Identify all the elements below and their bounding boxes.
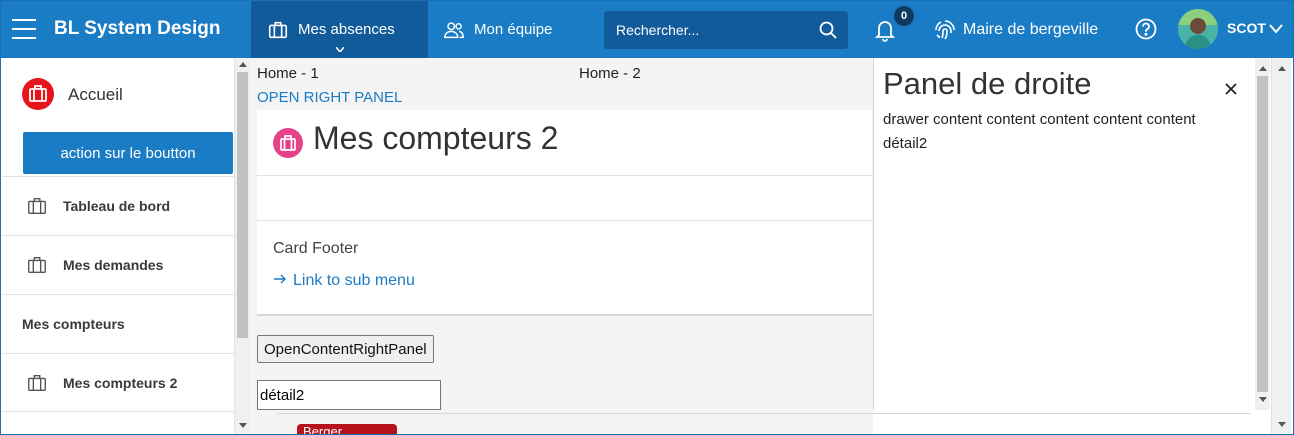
arrow-right-icon (274, 274, 286, 284)
briefcase-icon (29, 85, 47, 102)
fingerprint-icon (935, 19, 955, 39)
drawer-detail-text: détail2 (883, 135, 928, 152)
user-name: SCOT (1227, 20, 1266, 36)
briefcase-icon (28, 374, 46, 391)
bell-icon[interactable] (873, 17, 897, 43)
scroll-down-arrow-icon[interactable] (239, 423, 247, 428)
scroll-down-arrow-icon[interactable] (1278, 422, 1286, 427)
scroll-up-arrow-icon[interactable] (1278, 66, 1286, 71)
bottom-chip[interactable]: Berger (297, 424, 397, 434)
help-icon[interactable] (1135, 18, 1157, 40)
scroll-down-arrow-icon[interactable] (1259, 397, 1267, 402)
right-panel: Panel de droite drawer content content c… (873, 58, 1255, 410)
team-icon (444, 21, 464, 38)
breadcrumb-home-2[interactable]: Home - 2 (579, 65, 641, 82)
scroll-up-arrow-icon[interactable] (1259, 66, 1267, 71)
sidebar: Accueil action sur le boutton Tableau de… (2, 58, 235, 434)
app-title: BL System Design (54, 18, 221, 39)
sidebar-item-label: Mes compteurs 2 (63, 374, 178, 391)
card: Mes compteurs 2 Card Footer Link to sub … (257, 110, 872, 316)
scrollbar-thumb[interactable] (237, 72, 248, 338)
tab-mes-absences[interactable]: Mes absences (251, 1, 428, 58)
user-photo-icon (1178, 9, 1218, 49)
search-icon[interactable] (818, 20, 838, 40)
briefcase-icon (28, 197, 46, 215)
org-selector[interactable]: Maire de bergeville (933, 1, 1098, 58)
search-input[interactable] (604, 11, 814, 49)
divider (277, 413, 1251, 414)
sidebar-item-label: Tableau de bord (63, 198, 171, 214)
open-content-right-panel-button[interactable]: OpenContentRightPanel (257, 335, 434, 363)
divider (257, 220, 872, 221)
sidebar-item-label: Mes demandes (63, 257, 164, 273)
scrollbar-thumb[interactable] (1257, 76, 1268, 392)
sidebar-item-mes-demandes[interactable]: Mes demandes (2, 235, 235, 294)
tab-label: Mon équipe (474, 21, 553, 38)
briefcase-icon (268, 21, 288, 38)
tab-mon-equipe[interactable]: Mon équipe (443, 1, 593, 58)
card-title: Mes compteurs 2 (313, 120, 559, 156)
top-bar: BL System Design Mes absences Mon équipe… (1, 1, 1293, 58)
drawer-content-text: drawer content content content content c… (883, 111, 1196, 128)
notification-badge: 0 (894, 6, 914, 26)
scroll-up-arrow-icon[interactable] (239, 62, 247, 67)
right-panel-content: drawer content content content content c… (883, 108, 1251, 156)
close-icon[interactable] (1222, 80, 1240, 98)
divider (257, 175, 872, 176)
detail-input[interactable] (257, 380, 441, 410)
user-menu[interactable]: SCOT (1227, 20, 1283, 36)
tab-label: Mes absences (298, 21, 395, 38)
link-label: Link to sub menu (293, 272, 415, 289)
sidebar-scrollbar[interactable] (235, 58, 250, 434)
right-panel-title: Panel de droite (883, 66, 1092, 101)
sidebar-item-accueil[interactable]: Accueil (2, 58, 235, 126)
breadcrumb-home-1[interactable]: Home - 1 (257, 65, 319, 82)
app-window: BL System Design Mes absences Mon équipe… (0, 0, 1294, 435)
home-badge (22, 78, 54, 110)
chevron-down-icon (335, 47, 344, 52)
sidebar-item-tableau-de-bord[interactable]: Tableau de bord (2, 176, 235, 235)
open-right-panel-link[interactable]: OPEN RIGHT PANEL (257, 89, 402, 106)
avatar[interactable] (1178, 9, 1218, 49)
chevron-down-icon (1269, 24, 1283, 34)
page-scrollbar[interactable] (1271, 58, 1291, 434)
card-badge (273, 128, 303, 158)
divider (257, 314, 872, 316)
link-to-sub-menu[interactable]: Link to sub menu (273, 272, 415, 290)
briefcase-icon (280, 135, 296, 151)
right-panel-scrollbar[interactable] (1255, 58, 1270, 410)
sidebar-item-mes-compteurs-2[interactable]: Mes compteurs 2 (2, 353, 235, 412)
card-footer: Card Footer (273, 240, 359, 257)
search-box (604, 11, 848, 49)
sidebar-section-mes-compteurs: Mes compteurs (2, 294, 235, 353)
main-content: Home - 1 Home - 2 OPEN RIGHT PANEL Mes c… (250, 58, 873, 434)
briefcase-icon (28, 256, 46, 274)
hamburger-menu-icon[interactable] (12, 19, 36, 39)
action-button[interactable]: action sur le boutton (23, 132, 233, 174)
sidebar-item-label: Accueil (68, 85, 123, 104)
org-label: Maire de bergeville (963, 20, 1099, 38)
